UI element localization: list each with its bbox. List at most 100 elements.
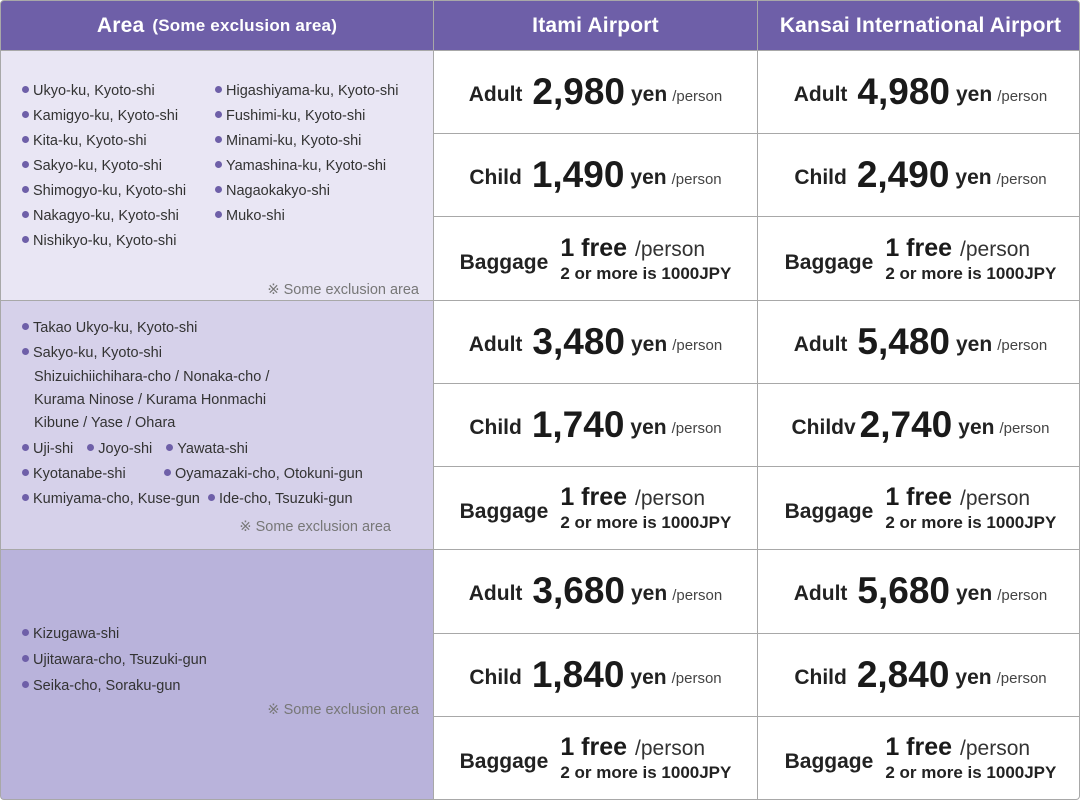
bullet-icon [215, 136, 222, 143]
bullet-icon [22, 86, 29, 93]
fare-itami-adult: Adult 3,480 yen/person [434, 300, 757, 383]
region-1-area: Ukyo-ku, Kyoto-shi Higashiyama-ku, Kyoto-… [1, 51, 433, 300]
fare-amount: 5,480 [857, 320, 950, 362]
bullet-icon [22, 681, 29, 689]
area-item: Kita-ku, Kyoto-shi [33, 133, 147, 149]
baggage-note: 2 or more is 1000JPY [560, 263, 732, 283]
baggage-kansai: Baggage 1 free/person 2 or more is 1000JPY [758, 217, 1079, 300]
bullet-icon [22, 186, 29, 193]
area-item: Joyo-shi [98, 440, 153, 457]
fare-label: Adult [468, 83, 523, 107]
header-itami: Itami Airport [434, 1, 757, 50]
baggage-free: 1 free [885, 483, 953, 512]
fare-amount: 1,840 [531, 653, 625, 695]
area-item: Nishikyo-ku, Kyoto-shi [33, 233, 177, 249]
header-area: Area (Some exclusion area) [1, 1, 433, 50]
bullet-icon [22, 211, 29, 218]
area-item: Kumiyama-cho, Kuse-gun [33, 490, 200, 507]
fare-currency: yen [631, 582, 668, 606]
baggage-label: Baggage [459, 500, 549, 524]
area-item: Ide-cho, Tsuzuki-gun [219, 490, 353, 507]
fare-unit: /person [672, 337, 723, 355]
baggage-unit: /person [635, 487, 706, 511]
baggage-note: 2 or more is 1000JPY [885, 263, 1057, 283]
fare-itami-child: Child 1,740 yen/person [434, 383, 757, 467]
fare-amount: 1,490 [531, 154, 625, 196]
baggage-unit: /person [635, 237, 706, 261]
bullet-icon [22, 655, 29, 663]
bullet-icon [166, 443, 174, 451]
fare-table: Area (Some exclusion area) Itami Airport… [0, 0, 1080, 800]
fare-currency: yen [956, 582, 993, 606]
baggage-free: 1 free [560, 233, 628, 262]
fare-label: Child [469, 166, 522, 190]
baggage-unit: /person [960, 237, 1031, 261]
fare-kansai-child: Child 2,490 yen/person [758, 134, 1079, 217]
region-3-area: Kizugawa-shi Ujitawara-cho, Tsuzuki-gun … [1, 550, 433, 799]
fare-label: Adult [793, 83, 848, 107]
bullet-icon [208, 493, 215, 501]
area-item: Takao Ukyo-ku, Kyoto-shi [33, 319, 198, 336]
area-item: Yamashina-ku, Kyoto-shi [226, 158, 387, 174]
baggage-label: Baggage [784, 250, 874, 274]
area-item: Fushimi-ku, Kyoto-shi [226, 108, 366, 124]
fare-label: Childv [791, 415, 856, 439]
bullet-icon [87, 443, 95, 451]
baggage-free: 1 free [885, 233, 953, 262]
fare-amount: 3,680 [532, 570, 625, 612]
baggage-itami: Baggage 1 free/person 2 or more is 1000JPY [434, 467, 757, 550]
fare-label: Adult [468, 332, 523, 356]
region-2-area: Takao Ukyo-ku, Kyoto-shi Sakyo-ku, Kyoto… [1, 300, 433, 550]
area-item: Higashiyama-ku, Kyoto-shi [226, 83, 399, 99]
fare-label: Child [794, 665, 847, 689]
fare-kansai-child: Childv 2,740 yen/person [758, 383, 1079, 467]
bullet-icon [22, 111, 29, 118]
bullet-icon [22, 322, 29, 330]
baggage-label: Baggage [784, 749, 874, 773]
baggage-unit: /person [960, 736, 1031, 760]
baggage-note: 2 or more is 1000JPY [560, 513, 732, 533]
bullet-icon [22, 236, 29, 243]
baggage-label: Baggage [459, 250, 549, 274]
area-subitem: Kibune / Yase / Ohara [34, 414, 176, 431]
fare-amount: 2,840 [856, 653, 950, 695]
area-item: Kyotanabe-shi [33, 465, 126, 482]
bullet-icon [22, 493, 29, 501]
baggage-free: 1 free [885, 732, 953, 761]
fare-amount: 3,480 [532, 320, 625, 362]
fare-unit: /person [997, 337, 1048, 355]
fare-currency: yen [631, 332, 668, 356]
area-item: Ukyo-ku, Kyoto-shi [33, 83, 155, 99]
fare-amount: 4,980 [857, 71, 950, 113]
header-area-label: Area [96, 13, 145, 37]
area-item: Kamigyo-ku, Kyoto-shi [33, 108, 179, 124]
fare-unit: /person [999, 420, 1050, 438]
fare-unit: /person [997, 87, 1048, 105]
fare-amount: 2,740 [859, 403, 953, 445]
area-item: Nakagyo-ku, Kyoto-shi [33, 208, 179, 224]
baggage-kansai: Baggage 1 free/person 2 or more is 1000JPY [758, 716, 1079, 799]
fare-itami-adult: Adult 2,980 yen/person [434, 51, 757, 134]
area-item: Uji-shi [33, 440, 74, 457]
bullet-icon [215, 161, 222, 168]
baggage-label: Baggage [459, 749, 549, 773]
area-item: Sakyo-ku, Kyoto-shi [33, 158, 162, 174]
fare-label: Child [469, 665, 522, 689]
header-area-note: (Some exclusion area) [152, 15, 338, 35]
bullet-icon [215, 111, 222, 118]
fare-unit: /person [997, 586, 1048, 604]
fare-amount: 2,490 [856, 154, 950, 196]
area-item: Yawata-shi [177, 440, 248, 457]
fare-currency: yen [958, 415, 995, 439]
area-item: Minami-ku, Kyoto-shi [226, 133, 362, 149]
area-item: Nagaokakyo-shi [226, 183, 330, 199]
baggage-free: 1 free [560, 732, 628, 761]
fare-currency: yen [630, 415, 667, 439]
fare-unit: /person [671, 420, 722, 438]
fare-itami-adult: Adult 3,680 yen/person [434, 550, 757, 633]
baggage-itami: Baggage 1 free/person 2 or more is 1000JPY [434, 716, 757, 799]
fare-unit: /person [672, 87, 723, 105]
fare-kansai-adult: Adult 5,480 yen/person [758, 300, 1079, 383]
bullet-icon [22, 443, 29, 451]
bullet-icon [22, 347, 29, 355]
